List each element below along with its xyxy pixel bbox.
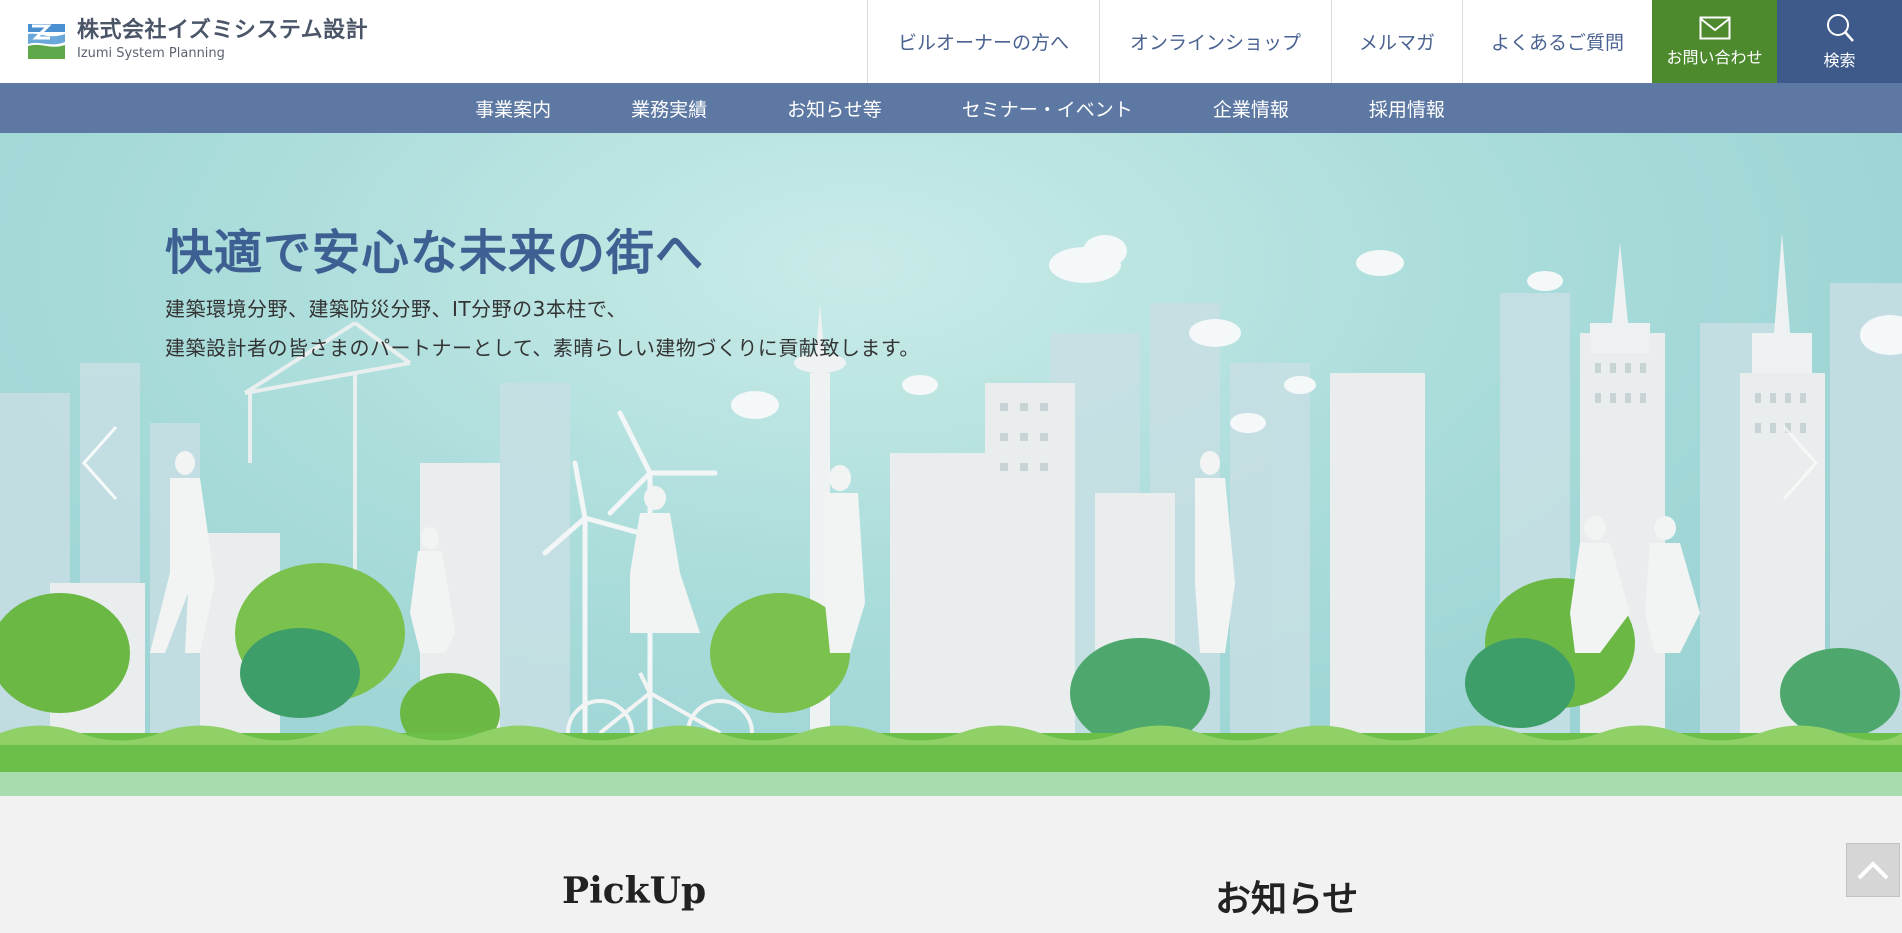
site-logo[interactable]: 株式会社イズミシステム設計 Izumi System Planning (26, 18, 368, 62)
back-to-top-button[interactable] (1846, 843, 1900, 897)
main-nav-seminars[interactable]: セミナー・イベント (922, 95, 1173, 122)
nav-building-owners[interactable]: ビルオーナーの方へ (867, 0, 1099, 83)
slider-next-button[interactable] (1778, 423, 1822, 503)
search-label: 検索 (1823, 50, 1856, 70)
nav-mail-magazine[interactable]: メルマガ (1331, 0, 1462, 83)
hero-description-line-1: 建築環境分野、建築防災分野、IT分野の3本柱で、 (165, 297, 628, 321)
chevron-up-icon (1857, 861, 1889, 880)
contact-button[interactable]: お問い合わせ (1652, 0, 1777, 83)
main-nav-company[interactable]: 企業情報 (1173, 95, 1329, 122)
news-heading: お知らせ (1215, 878, 1359, 920)
main-nav: 事業案内 業務実績 お知らせ等 セミナー・イベント 企業情報 採用情報 (0, 83, 1902, 133)
chevron-left-icon (81, 426, 118, 500)
logo-company-name: 株式会社イズミシステム設計 (77, 18, 369, 43)
contact-label: お問い合わせ (1666, 47, 1763, 67)
hero-description-line-2: 建築設計者の皆さまのパートナーとして、素晴らしい建物づくりに貢献致します。 (165, 336, 920, 360)
nav-faq[interactable]: よくあるご質問 (1462, 0, 1652, 83)
pickup-heading: PickUp (562, 870, 707, 912)
main-nav-recruit[interactable]: 採用情報 (1329, 95, 1485, 122)
logo-mark-icon (26, 19, 67, 61)
nav-online-shop[interactable]: オンラインショップ (1099, 0, 1331, 83)
main-nav-results[interactable]: 業務実績 (591, 95, 747, 122)
utility-nav: ビルオーナーの方へ オンラインショップ メルマガ よくあるご質問 お問い合わせ … (867, 0, 1902, 83)
slider-prev-button[interactable] (78, 423, 122, 503)
search-icon (1826, 13, 1854, 42)
chevron-right-icon (1782, 426, 1819, 500)
hero-bottom-strip (0, 772, 1902, 796)
main-nav-news[interactable]: お知らせ等 (747, 95, 922, 122)
logo-company-name-en: Izumi System Planning (77, 46, 225, 61)
search-button[interactable]: 検索 (1777, 0, 1902, 83)
main-nav-business[interactable]: 事業案内 (435, 95, 591, 122)
content-section: PickUp お知らせ (0, 796, 1902, 933)
hero-slider: 快適で安心な未来の街へ 建築環境分野、建築防災分野、IT分野の3本柱で、 建築設… (0, 133, 1902, 796)
hero-title: 快適で安心な未来の街へ (165, 225, 705, 281)
mail-icon (1699, 16, 1730, 39)
site-header: 株式会社イズミシステム設計 Izumi System Planning ビルオー… (0, 0, 1902, 83)
